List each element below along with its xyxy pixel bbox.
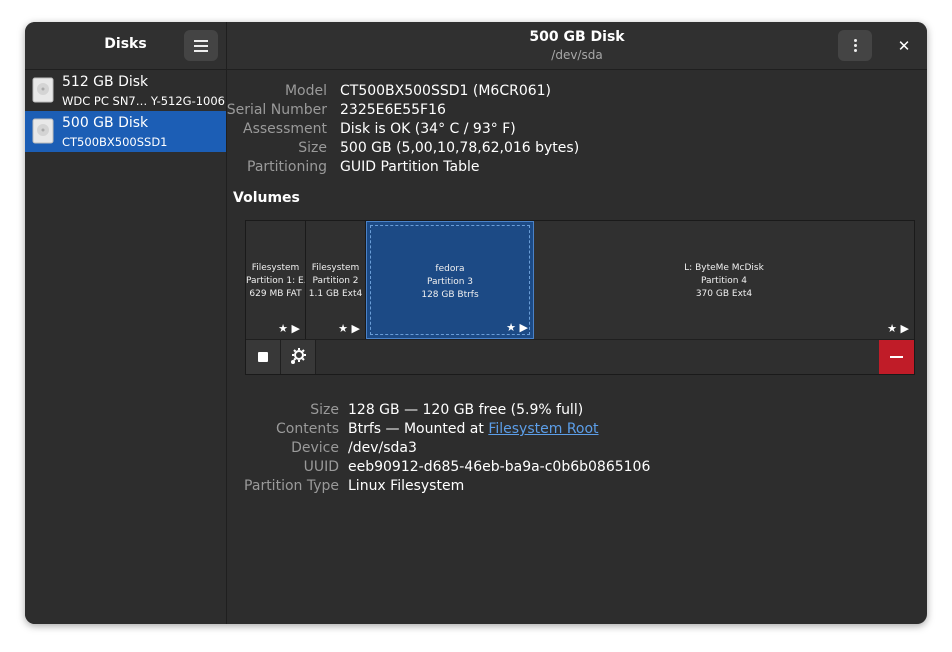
partition-type-value: Linux Filesystem	[348, 478, 465, 494]
disk-list: 512 GB Disk WDC PC SN7… Y-512G-1006 500 …	[25, 70, 226, 624]
disk-model: WDC PC SN7… Y-512G-1006	[62, 94, 225, 108]
drive-icon	[32, 118, 54, 144]
disk-device-path: /dev/sda	[551, 48, 603, 62]
partitioning-label: Partitioning	[247, 159, 327, 175]
disk-name: 500 GB Disk	[62, 115, 149, 131]
volume-size-label: Size	[310, 402, 339, 418]
drive-icon	[32, 77, 54, 103]
volume-toolbar	[246, 340, 914, 374]
partition-name: Filesystem	[251, 263, 300, 273]
contents-value: Btrfs — Mounted at	[348, 421, 489, 437]
disk-menu-button[interactable]	[838, 30, 872, 61]
volumes-map: Filesystem Partition 1: E… 629 MB FAT ★ …	[245, 220, 915, 375]
partition-size: 1.1 GB Ext4	[308, 289, 363, 299]
uuid-row: UUID eeb90912-d685-46eb-ba9a-c0b6b086510…	[227, 459, 927, 478]
main-menu-button[interactable]	[184, 30, 218, 61]
disk-size-label: Size	[298, 140, 327, 156]
star-icon: ★	[887, 322, 898, 335]
disks-window: Disks 500 GB Disk /dev/sda ✕ 512 GB Disk…	[25, 22, 927, 624]
volume-size-value: 128 GB — 120 GB free (5.9% full)	[348, 402, 584, 418]
play-icon: ▶	[351, 322, 360, 335]
serial-row: Serial Number 2325E6E55F16	[227, 102, 927, 121]
play-icon: ▶	[900, 322, 909, 335]
gear-icon	[291, 348, 306, 364]
partition-block[interactable]: Filesystem Partition 2 1.1 GB Ext4 ★ ▶	[306, 221, 366, 339]
model-row: Model CT500BX500SSD1 (M6CR061)	[227, 83, 927, 102]
star-icon: ★	[278, 322, 289, 335]
partition-name: Filesystem	[311, 263, 360, 273]
delete-partition-button[interactable]	[879, 340, 914, 374]
partition-number: Partition 2	[312, 276, 359, 286]
partition-number: Partition 4	[700, 276, 748, 286]
partition-number: Partition 1: E…	[246, 276, 305, 286]
partition-type-label: Partition Type	[244, 478, 339, 494]
contents-label: Contents	[276, 421, 339, 437]
volumes-heading: Volumes	[233, 190, 300, 206]
close-button[interactable]: ✕	[890, 32, 918, 60]
partition-name: L: ByteMe McDisk	[684, 263, 764, 273]
play-icon: ▶	[519, 321, 528, 334]
disk-name: 512 GB Disk	[62, 74, 149, 90]
disk-details: Model CT500BX500SSD1 (M6CR061) Serial Nu…	[227, 70, 927, 624]
uuid-value: eeb90912-d685-46eb-ba9a-c0b6b0865106	[348, 459, 651, 475]
disk-list-item-selected[interactable]: 500 GB Disk CT500BX500SSD1	[25, 111, 226, 152]
close-icon: ✕	[897, 37, 911, 55]
contents-row: Contents Btrfs — Mounted at Filesystem R…	[227, 421, 927, 440]
volume-size-row: Size 128 GB — 120 GB free (5.9% full)	[227, 402, 927, 421]
sidebar-header: Disks	[25, 22, 226, 70]
model-value: CT500BX500SSD1 (M6CR061)	[340, 83, 552, 99]
disk-list-item[interactable]: 512 GB Disk WDC PC SN7… Y-512G-1006	[25, 70, 226, 111]
partition-type-row: Partition Type Linux Filesystem	[227, 478, 927, 497]
partition-block[interactable]: L: ByteMe McDisk Partition 4 370 GB Ext4…	[534, 221, 914, 339]
device-row: Device /dev/sda3	[227, 440, 927, 459]
partition-size: 370 GB Ext4	[695, 289, 753, 299]
assessment-label: Assessment	[243, 121, 327, 137]
disk-size-row: Size 500 GB (5,00,10,78,62,016 bytes)	[227, 140, 927, 159]
partition-block-selected[interactable]: fedora Partition 3 128 GB Btrfs ★ ▶	[366, 221, 534, 339]
uuid-label: UUID	[303, 459, 339, 475]
device-value: /dev/sda3	[348, 440, 417, 456]
partition-settings-button[interactable]	[281, 340, 316, 374]
assessment-value: Disk is OK (34° C / 93° F)	[340, 121, 516, 137]
disk-title: 500 GB Disk	[529, 29, 625, 45]
star-icon: ★	[506, 321, 517, 334]
main-header: 500 GB Disk /dev/sda ✕	[227, 22, 927, 70]
partitioning-row: Partitioning GUID Partition Table	[227, 159, 927, 178]
partition-number: Partition 3	[426, 277, 474, 287]
play-icon: ▶	[291, 322, 300, 335]
star-icon: ★	[338, 322, 349, 335]
partition-name: fedora	[435, 264, 465, 274]
mount-point-link[interactable]: Filesystem Root	[488, 421, 598, 437]
serial-value: 2325E6E55F16	[340, 102, 446, 118]
unmount-button[interactable]	[246, 340, 281, 374]
model-label: Model	[284, 83, 327, 99]
minus-icon	[890, 356, 903, 358]
partition-block[interactable]: Filesystem Partition 1: E… 629 MB FAT ★ …	[246, 221, 306, 339]
stop-icon	[258, 352, 268, 362]
serial-label: Serial Number	[226, 102, 327, 118]
assessment-row: Assessment Disk is OK (34° C / 93° F)	[227, 121, 927, 140]
partitioning-value: GUID Partition Table	[340, 159, 480, 175]
disk-size-value: 500 GB (5,00,10,78,62,016 bytes)	[340, 140, 580, 156]
disk-model: CT500BX500SSD1	[62, 135, 168, 149]
partition-size: 629 MB FAT	[249, 289, 302, 299]
partition-size: 128 GB Btrfs	[421, 290, 479, 300]
device-label: Device	[291, 440, 339, 456]
